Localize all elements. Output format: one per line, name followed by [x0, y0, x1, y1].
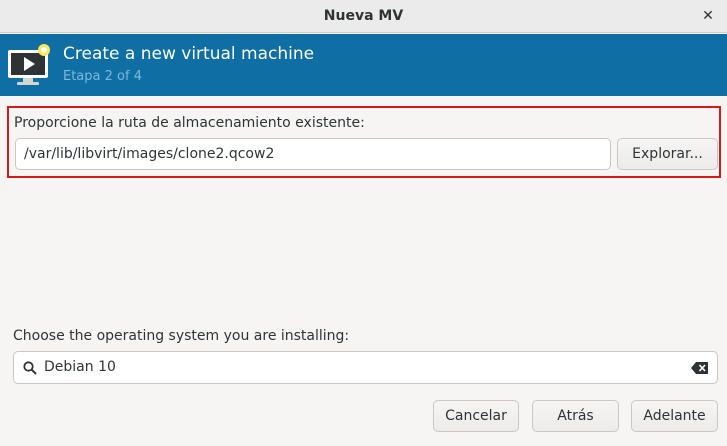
back-button[interactable]: Atrás: [532, 400, 619, 432]
wizard-banner: Create a new virtual machine Etapa 2 of …: [0, 34, 727, 96]
storage-path-input[interactable]: /var/lib/libvirt/images/clone2.qcow2: [15, 138, 611, 170]
storage-path-label: Proporcione la ruta de almacenamiento ex…: [14, 115, 365, 131]
window-title: Nueva MV: [323, 8, 404, 24]
browse-button[interactable]: Explorar...: [617, 138, 718, 170]
forward-button[interactable]: Adelante: [631, 400, 718, 432]
banner-step: Etapa 2 of 4: [63, 69, 142, 84]
os-search-value: Debian 10: [44, 359, 116, 375]
search-icon: [23, 361, 37, 375]
clear-text-icon[interactable]: [691, 361, 709, 375]
window-titlebar: Nueva MV ✕: [0, 0, 727, 33]
cancel-button[interactable]: Cancelar: [433, 400, 519, 432]
banner-heading: Create a new virtual machine: [63, 44, 315, 64]
storage-path-section: Proporcione la ruta de almacenamiento ex…: [7, 106, 721, 178]
close-icon[interactable]: ✕: [699, 7, 717, 25]
vm-screen-play-icon: [8, 44, 50, 85]
os-label: Choose the operating system you are inst…: [13, 328, 350, 344]
os-search-input[interactable]: Debian 10: [13, 351, 718, 384]
